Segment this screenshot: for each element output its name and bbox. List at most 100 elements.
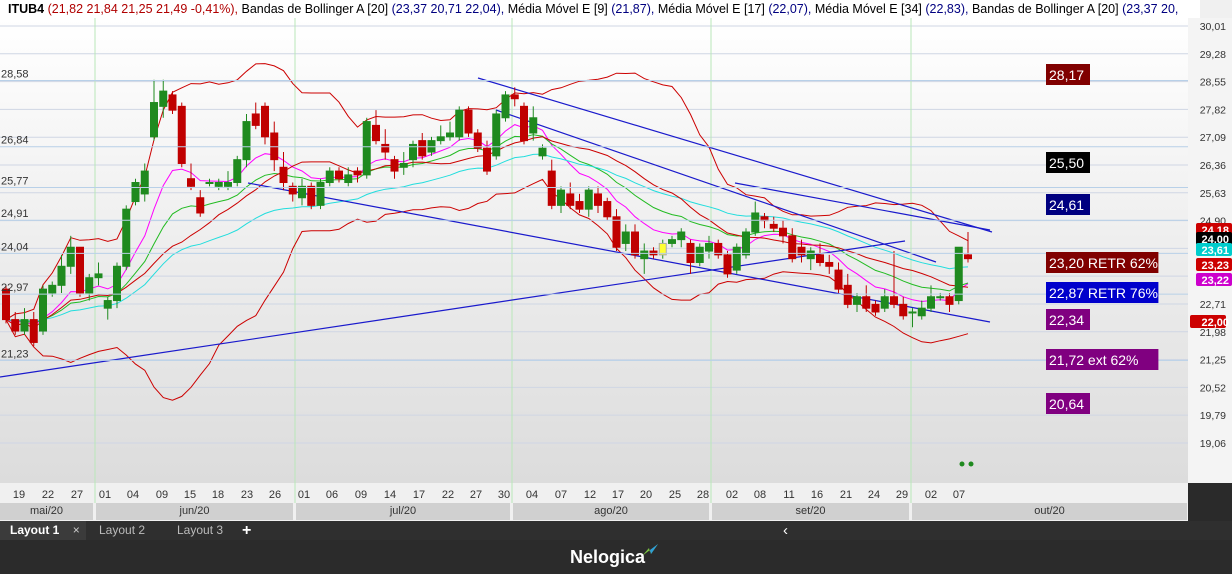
candle-body bbox=[908, 311, 917, 314]
candle-body bbox=[705, 242, 713, 252]
candle-body bbox=[177, 105, 186, 164]
tab-layout-2[interactable]: Layout 2 bbox=[99, 521, 145, 540]
x-tick-label: 24 bbox=[868, 489, 880, 501]
x-tick-label: 25 bbox=[669, 489, 681, 501]
signal-marker bbox=[959, 461, 965, 467]
candle-body bbox=[113, 265, 121, 302]
y-tick-label: 21,25 bbox=[1200, 355, 1226, 367]
tab-layout-1[interactable]: Layout 1 × bbox=[0, 521, 86, 540]
x-tick-label: 12 bbox=[584, 489, 596, 501]
x-tick-label: 09 bbox=[156, 489, 168, 501]
candle-body bbox=[964, 254, 972, 260]
month-label: jul/20 bbox=[296, 503, 510, 520]
candle-body bbox=[455, 109, 464, 138]
candle-body bbox=[492, 113, 501, 157]
candle-body bbox=[335, 170, 343, 180]
candle-body bbox=[668, 239, 676, 244]
candle-body bbox=[631, 231, 639, 256]
candle-body bbox=[150, 102, 158, 138]
month-bar: mai/20 jun/20 jul/20 ago/20 set/20 out/2… bbox=[0, 503, 1188, 521]
signal-marker bbox=[968, 461, 974, 467]
candle-body bbox=[640, 250, 649, 260]
y-tick-label: 27,09 bbox=[1200, 132, 1226, 144]
candle-body bbox=[834, 269, 843, 290]
candle-body bbox=[890, 296, 898, 305]
month-label: set/20 bbox=[712, 503, 909, 520]
candle-body bbox=[584, 189, 593, 210]
x-tick-label: 02 bbox=[726, 489, 738, 501]
candle-body bbox=[85, 277, 94, 294]
y-tick-label: 25,63 bbox=[1200, 188, 1226, 200]
candle-body bbox=[732, 246, 741, 271]
level-box-label: 23,20 RETR 62% bbox=[1049, 255, 1158, 271]
y-tick-label: 26,36 bbox=[1200, 160, 1226, 172]
candle-body bbox=[917, 307, 926, 317]
candle-body bbox=[473, 132, 482, 149]
candle-body bbox=[362, 121, 371, 176]
candle-body bbox=[224, 182, 232, 187]
candle-body bbox=[862, 296, 871, 309]
level-label: 28,58 bbox=[1, 68, 29, 80]
candle-body bbox=[788, 235, 797, 260]
candle-body bbox=[446, 132, 454, 138]
candle-body bbox=[233, 159, 242, 184]
candle-body bbox=[945, 296, 954, 305]
candle-body bbox=[325, 170, 334, 184]
month-label: mai/20 bbox=[0, 503, 93, 520]
candle-body bbox=[520, 105, 528, 142]
y-tick-label: 20,52 bbox=[1200, 382, 1226, 394]
y-tick-label: 19,06 bbox=[1200, 438, 1226, 450]
candle-body bbox=[538, 147, 547, 157]
price-tag-label: 23,61 bbox=[1201, 245, 1229, 257]
candlestick-chart[interactable]: 28,58 26,84 25,77 24,91 24,04 22,97 21,23 30,0… bbox=[0, 0, 1232, 521]
candle-body bbox=[816, 254, 824, 263]
candle-body bbox=[880, 296, 889, 309]
close-icon[interactable]: × bbox=[73, 523, 80, 537]
candle-body bbox=[242, 121, 251, 161]
y-tick-label: 28,55 bbox=[1200, 77, 1226, 89]
candle-body bbox=[344, 174, 353, 184]
price-tag-label: 23,22 bbox=[1201, 275, 1229, 287]
x-tick-label: 17 bbox=[612, 489, 624, 501]
candle-body bbox=[66, 246, 75, 267]
candle-body bbox=[140, 170, 149, 195]
y-tick-label: 27,82 bbox=[1200, 104, 1226, 116]
month-label: jun/20 bbox=[96, 503, 293, 520]
candle-body bbox=[20, 319, 29, 332]
level-box-label: 28,17 bbox=[1049, 67, 1084, 83]
candle-body bbox=[436, 136, 445, 142]
candle-body bbox=[122, 208, 131, 267]
add-layout-button[interactable]: + bbox=[242, 521, 251, 540]
candle-body bbox=[621, 231, 630, 244]
level-box-label: 22,87 RETR 76% bbox=[1049, 285, 1158, 301]
candle-body bbox=[501, 94, 510, 119]
x-tick-label: 07 bbox=[953, 489, 965, 501]
level-box-label: 22,34 bbox=[1049, 312, 1084, 328]
x-tick-label: 09 bbox=[355, 489, 367, 501]
candle-body bbox=[196, 197, 205, 214]
candle-body bbox=[390, 159, 399, 172]
candle-body bbox=[936, 296, 945, 299]
x-tick-label: 29 bbox=[896, 489, 908, 501]
tab-layout-3[interactable]: Layout 3 bbox=[177, 521, 223, 540]
candle-body bbox=[871, 303, 880, 313]
candle-body bbox=[399, 162, 408, 168]
x-tick-label: 28 bbox=[697, 489, 709, 501]
candle-body bbox=[29, 319, 38, 343]
level-box-label: 20,64 bbox=[1049, 396, 1084, 412]
scroll-tabs-left-button[interactable]: ‹ bbox=[783, 521, 788, 540]
candle-body bbox=[76, 246, 84, 294]
x-tick-label: 14 bbox=[384, 489, 396, 501]
x-tick-label: 16 bbox=[811, 489, 823, 501]
level-label: 21,23 bbox=[1, 348, 29, 360]
candle-body bbox=[529, 117, 538, 134]
candle-body bbox=[751, 212, 760, 233]
candle-body bbox=[510, 94, 519, 100]
candle-body bbox=[381, 143, 390, 153]
x-tick-label: 19 bbox=[13, 489, 25, 501]
candle-body bbox=[557, 189, 565, 206]
candle-body bbox=[205, 182, 214, 185]
candle-body bbox=[298, 185, 306, 199]
candle-body bbox=[372, 124, 380, 142]
month-label: ago/20 bbox=[513, 503, 709, 520]
